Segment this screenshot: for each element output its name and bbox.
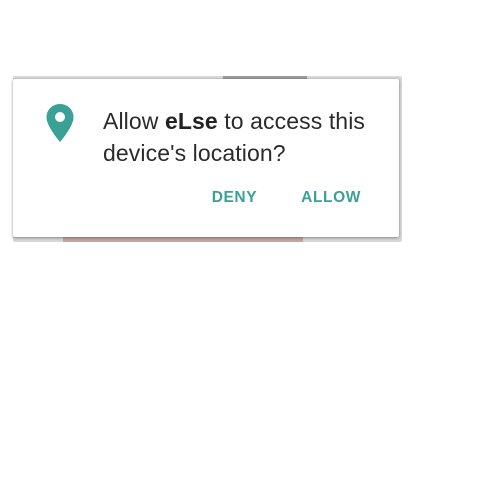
app-name: eLse (164, 108, 218, 134)
allow-button[interactable]: ALLOW (301, 189, 361, 207)
permission-message: Allow eLse to access this device's locat… (103, 105, 373, 169)
location-pin-icon (46, 104, 74, 142)
location-permission-dialog: Allow eLse to access this device's locat… (13, 79, 399, 237)
message-prefix: Allow (103, 108, 165, 134)
dialog-actions: DENY ALLOW (212, 189, 361, 207)
deny-button[interactable]: DENY (212, 189, 257, 207)
screen: Allow eLse to access this device's locat… (0, 0, 500, 500)
